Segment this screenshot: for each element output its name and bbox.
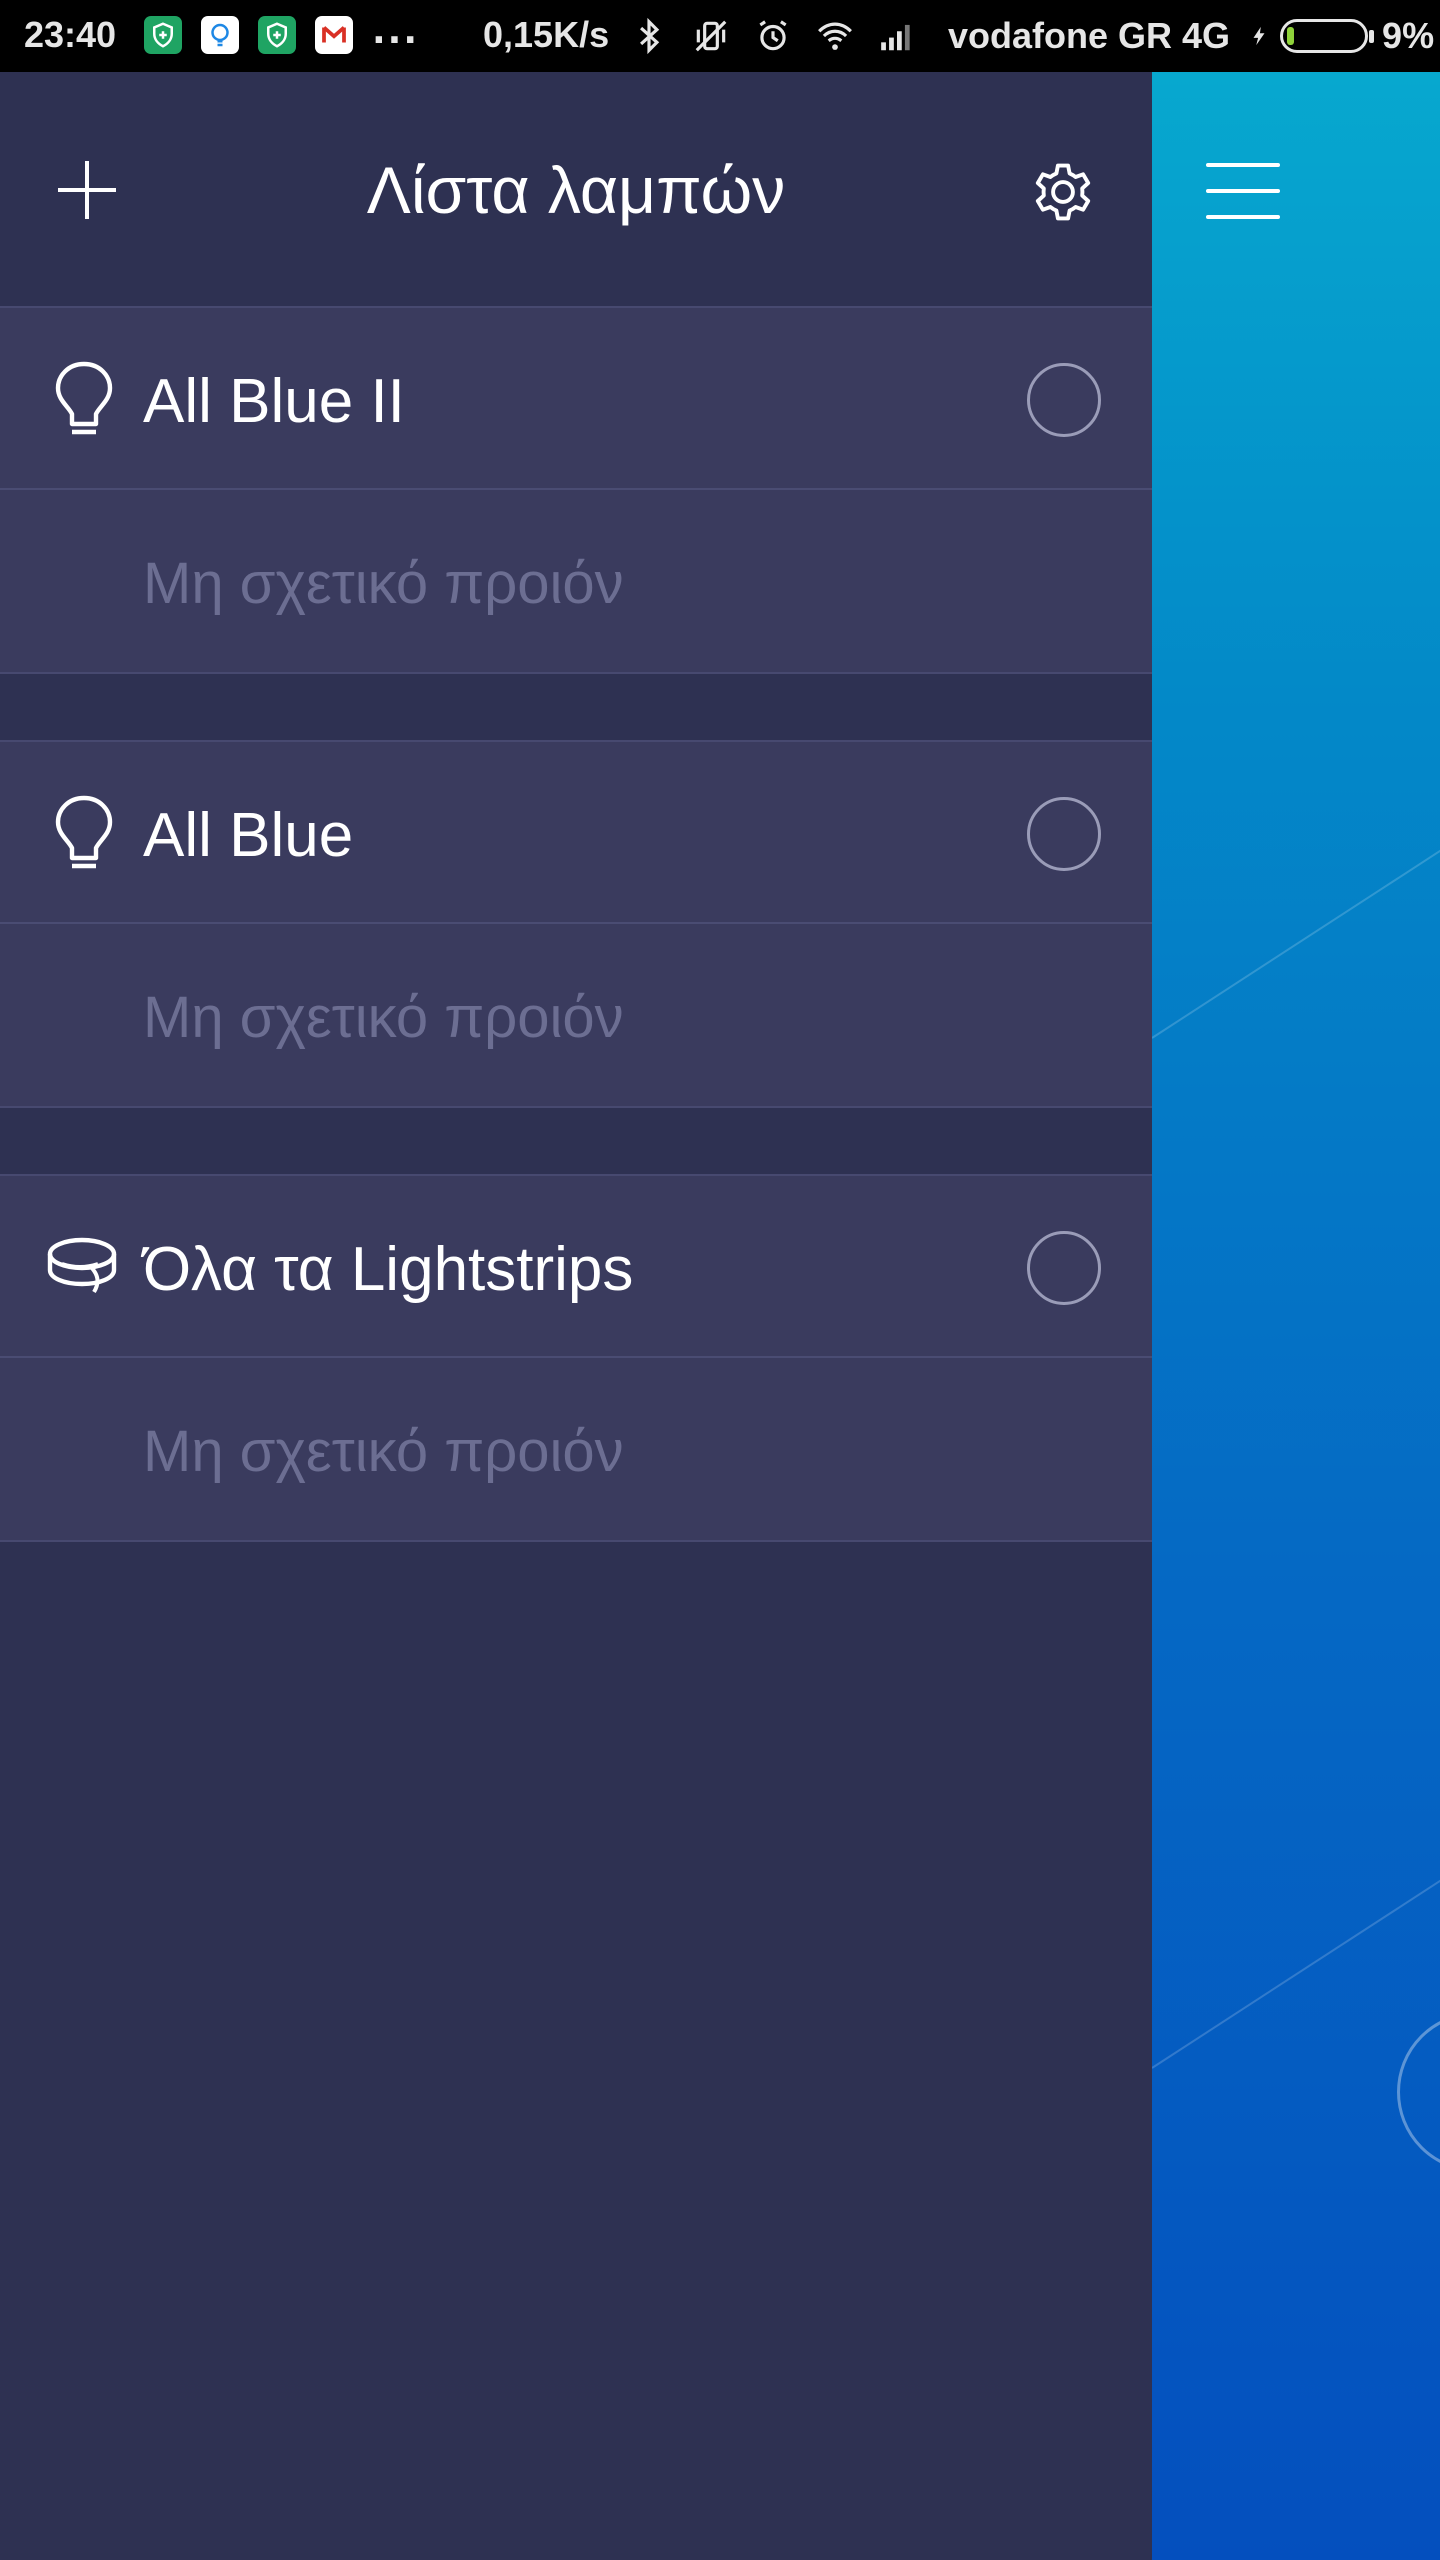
carrier-label: vodafone GR 4G <box>948 15 1231 56</box>
lamp-group: All Blue Μη σχετικό προιόν <box>0 740 1152 1108</box>
decorative-line <box>1152 1871 1440 2069</box>
battery-level <box>1287 27 1295 45</box>
lamp-subtitle: Μη σχετικό προιόν <box>143 985 624 1050</box>
decorative-circle <box>1397 2012 1440 2172</box>
vibrate-off-icon <box>695 20 727 52</box>
lamp-group: All Blue II Μη σχετικό προιόν <box>0 306 1152 674</box>
page-title: Λίστα λαμπών <box>366 153 786 227</box>
signal-icon <box>881 24 910 51</box>
lamp-subtitle-row: Μη σχετικό προιόν <box>0 1360 1152 1540</box>
lamp-group: Όλα τα Lightstrips Μη σχετικό προιόν <box>0 1174 1152 1542</box>
lamp-subtitle-row: Μη σχετικό προιόν <box>0 492 1152 672</box>
lamp-row[interactable]: Όλα τα Lightstrips <box>0 1176 1152 1358</box>
drawer-header: Λίστα λαμπών <box>0 72 1152 306</box>
lamp-name: All Blue II <box>143 367 405 436</box>
lamp-subtitle: Μη σχετικό προιόν <box>143 1419 624 1484</box>
charging-icon <box>1253 26 1265 46</box>
battery-icon <box>1280 19 1375 53</box>
lamp-name: Όλα τα Lightstrips <box>143 1235 634 1304</box>
shield-notification-icon <box>258 16 296 54</box>
lightstrip-icon <box>46 1226 118 1308</box>
lamp-select-radio[interactable] <box>1027 797 1101 871</box>
lamp-row[interactable]: All Blue II <box>0 308 1152 490</box>
bulb-icon <box>48 358 120 440</box>
battery-percent: 9% <box>1382 15 1435 56</box>
status-right: vodafone GR 4G 9% <box>630 12 1434 60</box>
alarm-icon <box>759 20 787 51</box>
lamp-select-radio[interactable] <box>1027 363 1101 437</box>
hamburger-menu-icon[interactable] <box>1206 160 1280 222</box>
status-bar: 23:40 ... 0,15K/s vodafone GR 4G 9% <box>0 0 1440 72</box>
main-background <box>1152 72 1440 2560</box>
lamp-subtitle-row: Μη σχετικό προιόν <box>0 926 1152 1106</box>
decorative-line <box>1152 841 1440 1039</box>
lamp-name: All Blue <box>143 801 354 870</box>
wifi-icon <box>818 22 852 50</box>
bulb-icon <box>48 792 120 874</box>
bluetooth-icon <box>640 17 660 55</box>
lamp-row[interactable]: All Blue <box>0 742 1152 924</box>
shield-notification-icon <box>144 16 182 54</box>
status-time: 23:40 <box>24 14 117 55</box>
lamp-select-radio[interactable] <box>1027 1231 1101 1305</box>
network-speed: 0,15K/s <box>483 14 610 55</box>
notification-icons: ... <box>144 11 419 54</box>
gmail-icon <box>315 16 353 54</box>
lightbulb-notification-icon <box>201 16 239 54</box>
more-notifications: ... <box>372 10 420 52</box>
battery-cap <box>1369 30 1375 43</box>
lamp-subtitle: Μη σχετικό προιόν <box>143 551 624 616</box>
lamp-list-drawer: Λίστα λαμπών All Blue II Μη σχετικό προι… <box>0 72 1152 2560</box>
gear-icon[interactable] <box>1027 156 1099 228</box>
